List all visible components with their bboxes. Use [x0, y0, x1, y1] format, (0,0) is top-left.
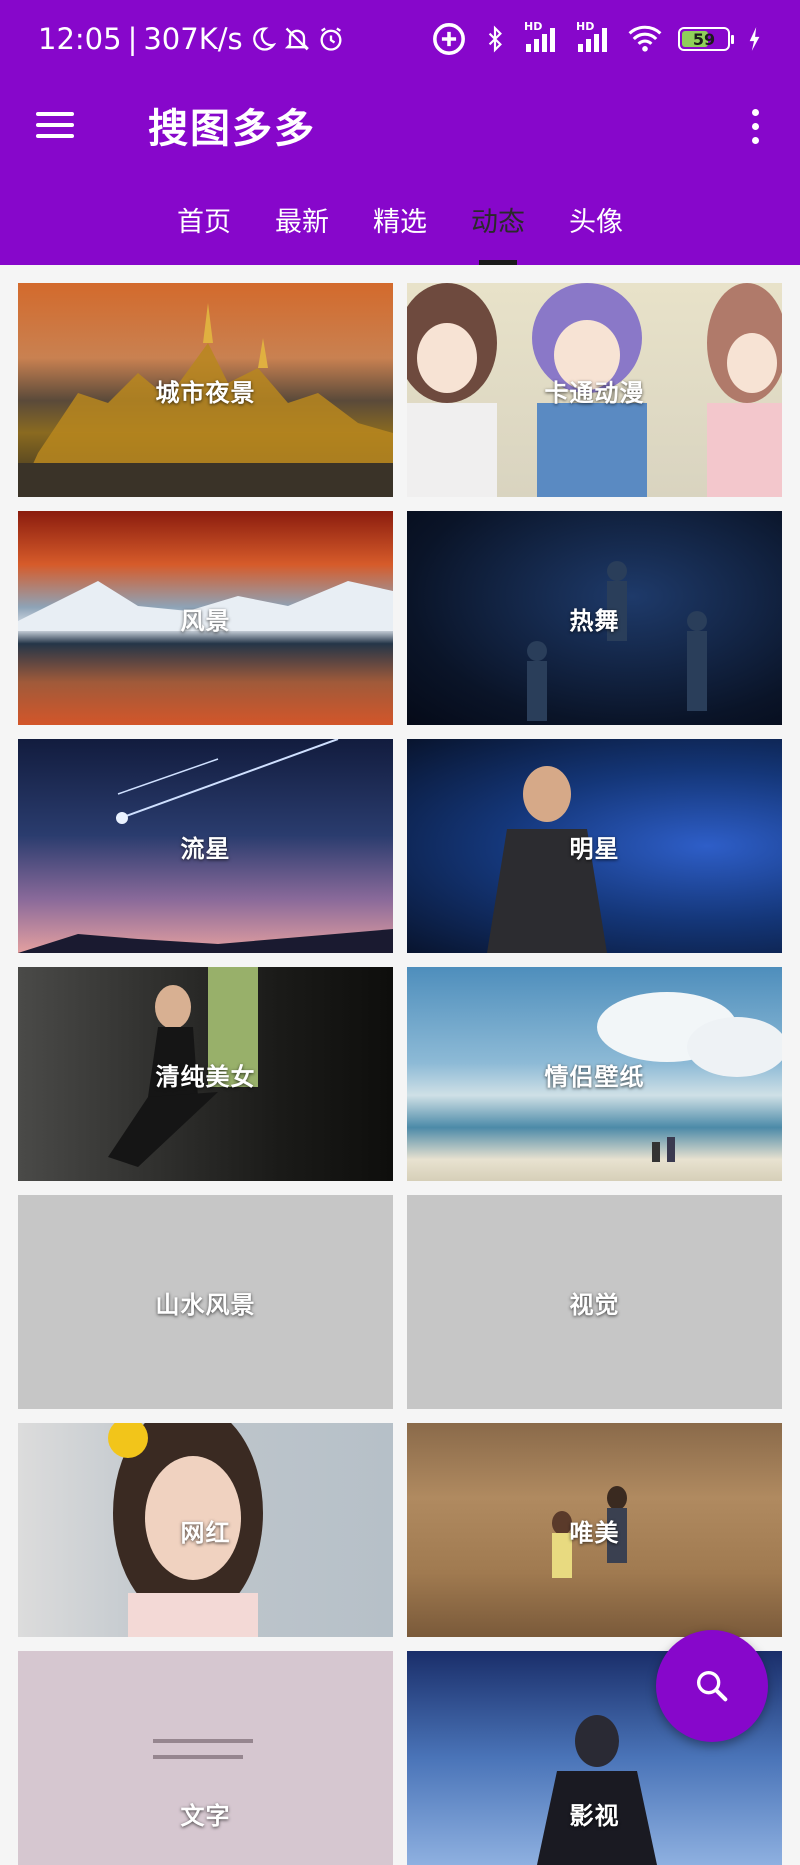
category-card[interactable]: 唯美: [407, 1423, 782, 1637]
status-network-speed: 307K/s: [143, 22, 243, 56]
signal-hd-icon: HD: [524, 20, 560, 54]
category-label: 明星: [569, 834, 620, 863]
tab-latest[interactable]: 最新: [253, 180, 351, 265]
category-label: 网红: [180, 1518, 231, 1547]
tab-featured[interactable]: 精选: [351, 180, 449, 265]
tab-bar: 首页 最新 精选 动态 头像: [0, 180, 800, 265]
status-time: 12:05: [38, 22, 122, 56]
category-label: 城市夜景: [155, 378, 256, 407]
tab-dynamic[interactable]: 动态: [449, 180, 547, 265]
category-label: 清纯美女: [155, 1062, 256, 1091]
category-label: 山水风景: [155, 1290, 256, 1319]
category-card[interactable]: 明星: [407, 739, 782, 953]
tab-avatar[interactable]: 头像: [547, 180, 645, 265]
status-bar: 12:05 | 307K/s HD HD 59: [0, 0, 800, 78]
hd-label: HD: [524, 20, 543, 33]
moon-icon: [249, 25, 277, 53]
category-label: 情侣壁纸: [544, 1062, 645, 1091]
category-card[interactable]: 清纯美女: [18, 967, 393, 1181]
battery-level: 59: [692, 29, 716, 49]
category-card[interactable]: 情侣壁纸: [407, 967, 782, 1181]
app-bar: 12:05 | 307K/s HD HD 59 搜图多多 首页 最新 精选 动态…: [0, 0, 800, 265]
search-fab[interactable]: [656, 1630, 768, 1742]
status-separator: |: [127, 22, 138, 56]
category-card[interactable]: 视觉: [407, 1195, 782, 1409]
category-card[interactable]: 山水风景: [18, 1195, 393, 1409]
more-vert-icon[interactable]: [740, 100, 770, 152]
wifi-icon: [628, 25, 662, 53]
category-label: 卡通动漫: [544, 378, 645, 407]
vpn-icon: [432, 22, 466, 56]
category-label: 流星: [180, 834, 231, 863]
category-card[interactable]: 网红: [18, 1423, 393, 1637]
category-label: 热舞: [569, 606, 620, 635]
toolbar: 搜图多多: [0, 78, 800, 174]
charging-icon: [746, 26, 762, 52]
category-card[interactable]: 风景: [18, 511, 393, 725]
search-icon: [692, 1666, 732, 1706]
battery-icon: 59: [678, 27, 734, 51]
category-label: 影视: [569, 1801, 620, 1830]
category-card[interactable]: 流星: [18, 739, 393, 953]
alarm-icon: [317, 25, 345, 53]
category-card[interactable]: 卡通动漫: [407, 283, 782, 497]
category-label: 文字: [180, 1801, 231, 1830]
category-grid: 城市夜景 卡通动漫 风景 热舞 流星 明星 清纯美女 情侣壁纸 山水风景 视觉 …: [18, 283, 782, 1865]
tab-home[interactable]: 首页: [155, 180, 253, 265]
bell-off-icon: [283, 25, 311, 53]
bluetooth-icon: [482, 24, 508, 54]
category-card[interactable]: 热舞: [407, 511, 782, 725]
category-label: 视觉: [569, 1290, 620, 1319]
signal-hd-icon-2: HD: [576, 20, 612, 54]
hd-label-2: HD: [576, 20, 595, 33]
category-card[interactable]: 文字: [18, 1651, 393, 1865]
category-card[interactable]: 城市夜景: [18, 283, 393, 497]
text-thumbnail: [18, 1651, 393, 1865]
menu-icon[interactable]: [36, 104, 78, 146]
app-title: 搜图多多: [148, 106, 316, 152]
category-label: 风景: [180, 606, 231, 635]
category-label: 唯美: [569, 1518, 620, 1547]
